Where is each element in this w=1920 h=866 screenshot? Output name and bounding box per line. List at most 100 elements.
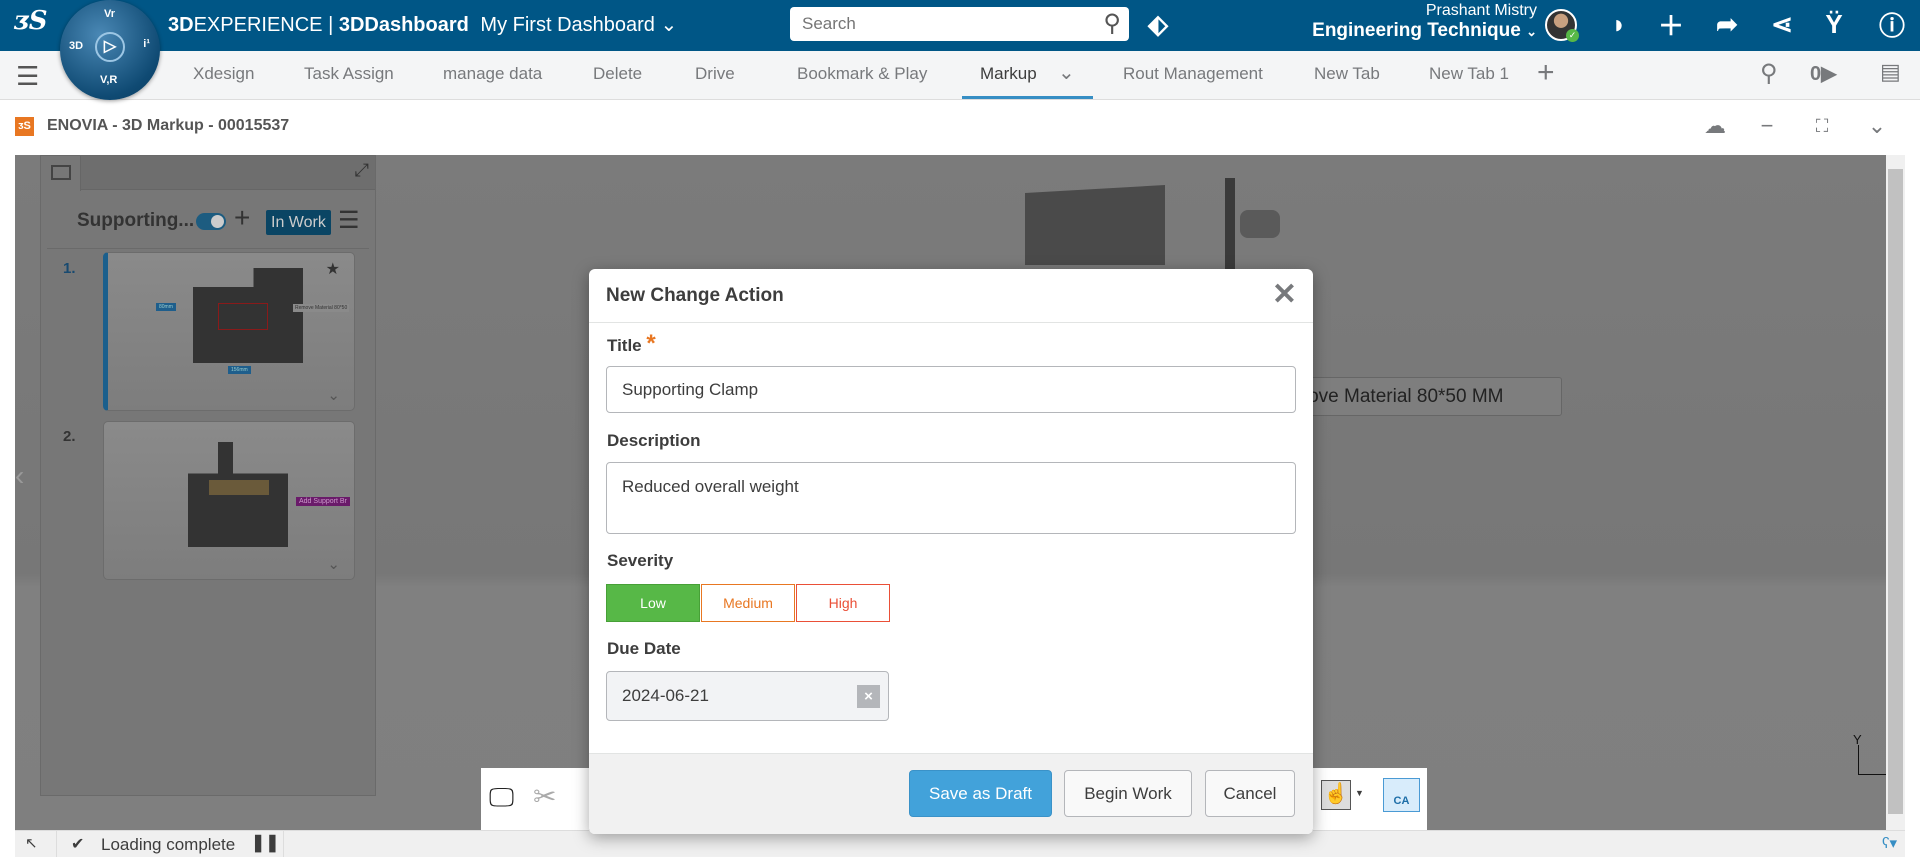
expand-icon[interactable]: ⤢ bbox=[355, 160, 369, 181]
tab-new-tab[interactable]: New Tab bbox=[1314, 64, 1380, 84]
compass-top[interactable]: Vr bbox=[104, 8, 115, 20]
severity-medium-button[interactable]: Medium bbox=[701, 584, 795, 622]
status-bar: ↖ ✔ Loading complete ❚❚ ʕ▾ bbox=[15, 830, 1905, 857]
scrollbar-thumb[interactable] bbox=[1888, 169, 1903, 814]
thumbnail-markup-rect bbox=[218, 303, 268, 330]
compass-right[interactable]: i¹ bbox=[143, 38, 150, 50]
tab-drive[interactable]: Drive bbox=[695, 64, 735, 84]
chevron-down-icon[interactable]: ⌄ bbox=[1058, 60, 1075, 85]
3ds-logo-icon[interactable]: ᴣS bbox=[14, 6, 48, 36]
brand-bold: 3D bbox=[168, 14, 194, 36]
viewer-toolbar-left: 🖵 ✂ bbox=[481, 768, 589, 830]
scissors-icon[interactable]: ✂ bbox=[533, 780, 556, 813]
chevron-down-icon[interactable]: ⌄ bbox=[1862, 112, 1892, 140]
save-as-draft-button[interactable]: Save as Draft bbox=[909, 770, 1052, 817]
select-mode-icon[interactable]: ↖ bbox=[25, 834, 38, 852]
compass-mini-icon[interactable]: ʕ▾ bbox=[1882, 834, 1897, 852]
clear-date-icon[interactable]: × bbox=[857, 685, 880, 708]
cancel-button[interactable]: Cancel bbox=[1205, 770, 1295, 817]
compass-left[interactable]: 3D bbox=[69, 40, 83, 52]
app-name: 3DDashboard bbox=[338, 14, 469, 36]
star-icon[interactable]: ★ bbox=[326, 259, 340, 279]
tab-delete[interactable]: Delete bbox=[593, 64, 642, 84]
status-text: Loading complete bbox=[101, 835, 236, 854]
close-icon[interactable]: ✕ bbox=[1272, 277, 1297, 312]
search-content-icon[interactable]: ⚲ bbox=[1760, 59, 1778, 88]
user-name: Prashant Mistry bbox=[1425, 2, 1537, 19]
scrollbar[interactable] bbox=[1886, 155, 1905, 830]
title-input[interactable] bbox=[606, 366, 1296, 413]
markup-panel: ⤢ Supporting... + In Work ☰ 1. 80mm 156m… bbox=[40, 155, 376, 796]
dashboard-name[interactable]: My First Dashboard bbox=[480, 14, 655, 36]
tab-bookmark-play[interactable]: Bookmark & Play bbox=[797, 64, 927, 84]
compass-bottom[interactable]: V,R bbox=[100, 74, 117, 86]
thumbnail-note: Remove Material 80*50 bbox=[293, 304, 350, 312]
tab-task-assign[interactable]: Task Assign bbox=[304, 64, 394, 84]
title-label-text: Title bbox=[607, 336, 642, 355]
markup-card-2[interactable]: Add Support Br ⌄ bbox=[103, 421, 355, 580]
3d-part-flange bbox=[1225, 178, 1235, 273]
menu-icon[interactable]: ☰ bbox=[338, 206, 360, 235]
add-icon[interactable]: ＋ bbox=[1655, 8, 1687, 41]
search-box[interactable]: ⚲ bbox=[790, 7, 1129, 41]
severity-high-button[interactable]: High bbox=[796, 584, 890, 622]
panel-tab[interactable] bbox=[41, 156, 81, 191]
add-tab-icon[interactable]: + bbox=[1537, 56, 1555, 90]
share-icon[interactable]: ➦ bbox=[1711, 8, 1743, 40]
dropdown-arrow-icon[interactable]: ▼ bbox=[1355, 788, 1364, 798]
description-textarea[interactable]: Reduced overall weight bbox=[606, 462, 1296, 534]
chat-icon[interactable]: ▤ bbox=[1880, 59, 1901, 85]
dialog-header: New Change Action ✕ bbox=[589, 269, 1313, 323]
search-input[interactable] bbox=[790, 7, 1080, 41]
panel-header: ⤢ bbox=[41, 156, 375, 191]
search-icon[interactable]: ⚲ bbox=[1103, 9, 1121, 38]
3d-part[interactable] bbox=[1025, 185, 1165, 265]
chevron-down-icon[interactable]: ⌄ bbox=[327, 555, 340, 573]
media-icon[interactable]: 0▶ bbox=[1810, 61, 1837, 86]
check-icon: ✔ bbox=[71, 836, 85, 853]
tab-xdesign[interactable]: Xdesign bbox=[193, 64, 254, 84]
severity-low-button[interactable]: Low bbox=[606, 584, 700, 622]
description-label: Description bbox=[607, 431, 701, 450]
cloud-icon[interactable]: ☁ bbox=[1700, 112, 1730, 140]
3ds-app-icon: ᴣS bbox=[15, 117, 34, 136]
avatar[interactable]: ✓ bbox=[1545, 9, 1579, 42]
tab-rout-management[interactable]: Rout Management bbox=[1123, 64, 1263, 84]
notifications-icon[interactable]: ◗ bbox=[1603, 8, 1635, 40]
menu-icon[interactable]: ☰ bbox=[16, 61, 39, 92]
change-action-icon[interactable]: CA bbox=[1383, 778, 1420, 812]
help-icon[interactable]: ⓘ bbox=[1876, 8, 1908, 41]
add-icon[interactable]: + bbox=[234, 202, 250, 234]
tag-icon[interactable]: ⬖ bbox=[1142, 8, 1174, 40]
viewer-toolbar-right: ☝ ▼ CA bbox=[1313, 768, 1427, 830]
divider bbox=[47, 248, 369, 249]
markup-card-1[interactable]: 80mm 156mm Remove Material 80*50 ★ ⌄ bbox=[103, 252, 355, 411]
due-date-input[interactable]: 2024-06-21 × bbox=[606, 671, 889, 721]
community-icon[interactable]: ⋖ bbox=[1766, 8, 1798, 40]
card-index: 2. bbox=[63, 428, 76, 445]
maximize-icon[interactable]: ⛶ bbox=[1807, 112, 1837, 140]
tab-new-tab-1[interactable]: New Tab 1 bbox=[1429, 64, 1509, 84]
tab-manage-data[interactable]: manage data bbox=[443, 64, 542, 84]
chevron-down-icon[interactable]: ⌄ bbox=[660, 14, 677, 36]
pause-icon[interactable]: ❚❚ bbox=[251, 833, 280, 853]
play-animation-icon[interactable]: 🖵 bbox=[489, 782, 514, 814]
dialog-title: New Change Action bbox=[606, 285, 784, 306]
apps-icon[interactable]: Ÿ bbox=[1818, 8, 1850, 40]
title-label: Title * bbox=[607, 332, 656, 356]
tab-markup[interactable]: Markup bbox=[980, 64, 1037, 84]
chevron-down-icon[interactable]: ⌄ bbox=[327, 386, 340, 404]
chevron-left-icon[interactable]: ‹ bbox=[15, 460, 24, 492]
select-hand-icon[interactable]: ☝ bbox=[1321, 780, 1351, 810]
state-badge[interactable]: In Work bbox=[266, 210, 331, 235]
play-icon[interactable]: ▷ bbox=[95, 32, 125, 62]
severity-label: Severity bbox=[607, 551, 674, 570]
compass-icon[interactable]: Vr 3D i¹ V,R ▷ bbox=[60, 0, 160, 100]
toggle-switch[interactable] bbox=[196, 213, 226, 230]
app-title: 3DEXPERIENCE | 3DDashboard My First Dash… bbox=[168, 14, 678, 36]
brand-rest: EXPERIENCE bbox=[193, 14, 323, 36]
begin-work-button[interactable]: Begin Work bbox=[1064, 770, 1192, 817]
thumbnail-dimension: 80mm bbox=[156, 303, 176, 311]
minimize-icon[interactable]: − bbox=[1752, 112, 1782, 140]
user-info[interactable]: Prashant Mistry Engineering Technique ⌄ bbox=[1312, 2, 1537, 42]
